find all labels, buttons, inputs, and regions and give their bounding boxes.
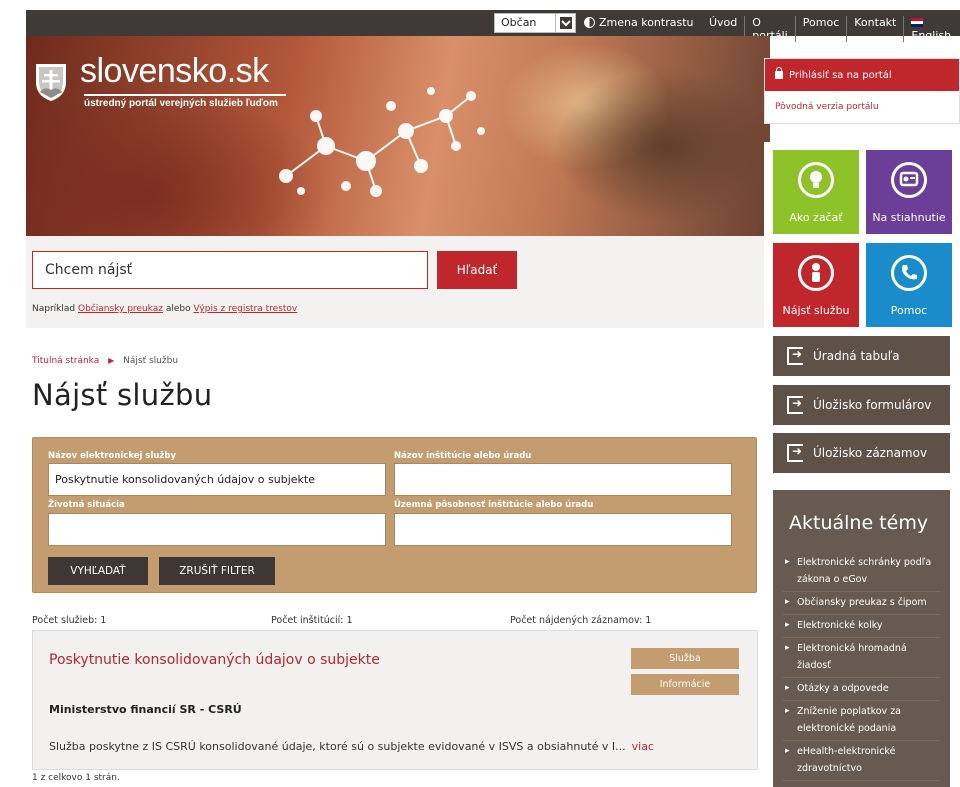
- tile-label: Nájsť službu: [782, 304, 850, 317]
- login-label: Prihlásiť sa na portál: [789, 69, 892, 81]
- search-section: Chcem nájsť Hľadať Napríklad Občiansky p…: [26, 236, 770, 328]
- records-count: Počet nájdených záznamov: 1: [510, 615, 652, 626]
- tile-label: Na stiahnutie: [872, 211, 946, 224]
- territory-input[interactable]: [394, 513, 732, 546]
- login-button[interactable]: Prihlásiť sa na portál: [765, 59, 959, 91]
- topic-item[interactable]: Elektronické kolky: [783, 615, 940, 638]
- hint-mid: alebo: [165, 304, 191, 314]
- quick-tiles: Ako začať Na stiahnutie Nájsť službu Pom…: [764, 142, 960, 330]
- search-hint: Napríklad Občiansky preukaz alebo Výpis …: [32, 304, 297, 314]
- language-link[interactable]: English: [903, 16, 960, 42]
- tile-pomoc[interactable]: Pomoc: [866, 243, 952, 327]
- phone-icon: [891, 255, 927, 291]
- search-filter-button[interactable]: VYHĽADAŤ: [48, 557, 148, 585]
- life-situation-input[interactable]: [48, 513, 386, 546]
- services-count: Počet služieb: 1: [32, 615, 107, 626]
- breadcrumb: Titulná stránka ▶ Nájsť službu: [32, 356, 178, 366]
- topics-list: Elektronické schránky podľa zákona o eGo…: [773, 552, 950, 781]
- lock-icon: [775, 67, 783, 79]
- more-link[interactable]: viac: [632, 740, 654, 753]
- filter-panel: Názov elektronickej služby Poskytnutie k…: [32, 437, 757, 593]
- institution-label: Názov inštitúcie alebo úradu: [394, 451, 532, 461]
- contrast-toggle[interactable]: Zmena kontrastu: [584, 16, 694, 29]
- topic-item[interactable]: eHealth-elektronické zdravotníctvo: [783, 741, 940, 781]
- hero-banner: slovensko.sk ústredný portál verejných s…: [26, 36, 770, 236]
- decorative-network-graphic: [279, 87, 485, 197]
- contrast-icon: [584, 17, 595, 28]
- records-storage-button[interactable]: Úložisko záznamov: [773, 433, 950, 473]
- exit-arrow-icon: [787, 396, 803, 414]
- tile-ako-zacat[interactable]: Ako začať: [773, 150, 859, 234]
- topic-item[interactable]: Otázky a odpovede: [783, 678, 940, 701]
- side-button-label: Úložisko formulárov: [813, 398, 932, 412]
- logo-title[interactable]: slovensko.sk: [80, 52, 269, 91]
- official-board-button[interactable]: Úradná tabuľa: [773, 336, 950, 376]
- territory-label: Územná pôsobnosť inštitúcie alebo úradu: [394, 500, 594, 510]
- top-link-pomoc[interactable]: Pomoc: [794, 16, 846, 42]
- contrast-label: Zmena kontrastu: [599, 16, 694, 29]
- person-search-icon: [798, 255, 834, 291]
- hint-link-id-card[interactable]: Občiansky preukaz: [78, 304, 163, 314]
- current-topics-panel: Aktuálne témy Elektronické schránky podľ…: [773, 490, 950, 787]
- uk-flag-icon: [911, 18, 924, 27]
- life-situation-label: Životná situácia: [48, 500, 125, 510]
- side-button-label: Úložisko záznamov: [813, 446, 928, 460]
- topic-item[interactable]: Elektronická hromadná žiadosť: [783, 638, 940, 678]
- topic-item[interactable]: Občiansky preukaz s čipom: [783, 592, 940, 615]
- exit-arrow-icon: [787, 347, 803, 365]
- result-description: Služba poskytne z IS CSRÚ konsolidované …: [49, 740, 654, 753]
- page-title: Nájsť službu: [32, 378, 213, 412]
- topic-item[interactable]: Elektronické schránky podľa zákona o eGo…: [783, 552, 940, 592]
- role-select-value: Občan: [501, 16, 537, 29]
- chevron-down-icon[interactable]: [555, 14, 575, 32]
- login-box: Prihlásiť sa na portál Pôvodná verzia po…: [764, 58, 960, 124]
- hint-link-criminal-record[interactable]: Výpis z registra trestov: [194, 304, 298, 314]
- topics-title: Aktuálne témy: [789, 512, 929, 534]
- tile-na-stiahnutie[interactable]: Na stiahnutie: [866, 150, 952, 234]
- reset-filter-button[interactable]: ZRUŠIŤ FILTER: [159, 557, 275, 585]
- role-select[interactable]: Občan: [494, 13, 576, 33]
- tile-najst-sluzbu[interactable]: Nájsť službu: [773, 243, 859, 327]
- search-input[interactable]: Chcem nájsť: [32, 251, 428, 289]
- tile-label: Ako začať: [789, 211, 843, 224]
- hint-prefix: Napríklad: [32, 304, 76, 314]
- download-icon: [891, 162, 927, 198]
- top-link-kontakt[interactable]: Kontakt: [846, 16, 903, 42]
- breadcrumb-current: Nájsť službu: [123, 356, 179, 366]
- result-organization: Ministerstvo financií SR - CSRÚ: [49, 703, 242, 716]
- tile-label: Pomoc: [890, 304, 928, 317]
- coat-of-arms-icon: [36, 64, 66, 101]
- top-bar: Občan Zmena kontrastu Úvod O portáli Pom…: [26, 10, 960, 42]
- forms-storage-button[interactable]: Úložisko formulárov: [773, 385, 950, 425]
- service-name-label: Názov elektronickej služby: [48, 451, 176, 461]
- side-button-label: Úradná tabuľa: [813, 349, 900, 363]
- search-button[interactable]: Hľadať: [437, 251, 517, 289]
- lightbulb-icon: [798, 162, 834, 198]
- logo-subtitle: ústredný portál verejných služieb ľuďom: [84, 98, 278, 109]
- pagination-info: 1 z celkovo 1 strán.: [32, 773, 120, 783]
- language-label: English: [911, 29, 952, 42]
- breadcrumb-separator-icon: ▶: [108, 356, 115, 365]
- result-title[interactable]: Poskytnutie konsolidovaných údajov o sub…: [49, 652, 380, 668]
- info-button[interactable]: Informácie: [631, 674, 739, 695]
- topic-item[interactable]: Zníženie poplatkov za elektronické podan…: [783, 701, 940, 741]
- exit-arrow-icon: [787, 444, 803, 462]
- service-name-input[interactable]: Poskytnutie konsolidovaných údajov o sub…: [48, 463, 386, 496]
- old-version-link[interactable]: Pôvodná verzia portálu: [765, 91, 959, 112]
- institution-input[interactable]: [394, 463, 732, 496]
- result-card: Poskytnutie konsolidovaných údajov o sub…: [32, 630, 758, 770]
- description-text: Služba poskytne z IS CSRÚ konsolidované …: [49, 740, 626, 753]
- breadcrumb-home[interactable]: Titulná stránka: [32, 356, 99, 366]
- service-button[interactable]: Služba: [631, 648, 739, 669]
- institutions-count: Počet inštitúcií: 1: [271, 615, 353, 626]
